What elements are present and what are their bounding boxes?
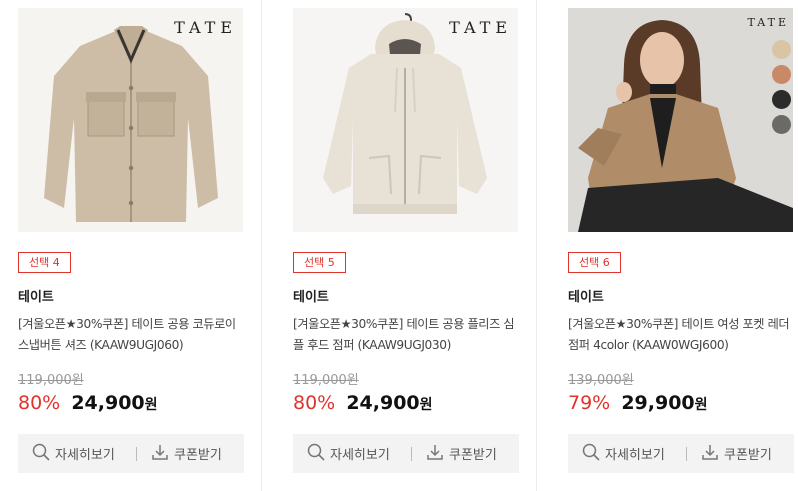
color-swatch[interactable]	[772, 65, 791, 84]
fleece-hoodie-illustration	[293, 8, 518, 232]
discount-rate: 80%	[293, 392, 336, 414]
original-price: 119,000원	[293, 373, 359, 388]
download-icon	[701, 443, 719, 465]
product-title[interactable]: [겨울오픈★30%쿠폰] 테이트 공용 코듀로이 스냅버튼 셔즈 (KAAW9U…	[18, 314, 246, 356]
product-title[interactable]: [겨울오픈★30%쿠폰] 테이트 여성 포켓 레더 점퍼 4color (KAA…	[568, 314, 796, 356]
discount-rate: 80%	[18, 392, 61, 414]
currency-unit: 원	[419, 397, 433, 413]
action-bar: 자세히보기 쿠폰받기	[568, 434, 794, 473]
detail-view-label: 자세히보기	[605, 448, 665, 463]
leather-jacket-model-photo	[568, 8, 793, 232]
brand-name[interactable]: 테이트	[293, 286, 329, 305]
original-price: 139,000원	[568, 373, 634, 388]
color-swatch-list	[772, 40, 791, 134]
search-icon	[307, 443, 325, 465]
detail-view-button[interactable]: 자세히보기	[568, 434, 686, 473]
get-coupon-label: 쿠폰받기	[724, 448, 772, 463]
action-bar: 자세히보기 쿠폰받기	[18, 434, 244, 473]
brand-logo: TATE	[747, 16, 789, 29]
product-card[interactable]: TATE 선택 4 테이트 [겨울오픈★30%쿠폰] 테이트 공용 코듀로이 스…	[18, 0, 253, 491]
get-coupon-button[interactable]: 쿠폰받기	[412, 434, 497, 473]
column-divider	[536, 0, 537, 491]
brand-name[interactable]: 테이트	[18, 286, 54, 305]
price-row: 80% 24,900원	[18, 392, 158, 414]
get-coupon-label: 쿠폰받기	[449, 448, 497, 463]
select-badge: 선택 6	[568, 252, 621, 273]
product-image[interactable]: TATE	[293, 8, 518, 232]
currency-unit: 원	[694, 397, 708, 413]
column-divider	[261, 0, 262, 491]
corduroy-shirt-illustration	[18, 8, 243, 232]
currency-unit: 원	[144, 397, 158, 413]
original-price: 119,000원	[18, 373, 84, 388]
sale-price: 29,900	[621, 392, 695, 414]
brand-logo: TATE	[449, 18, 512, 37]
detail-view-button[interactable]: 자세히보기	[293, 434, 411, 473]
color-swatch[interactable]	[772, 115, 791, 134]
product-image[interactable]: TATE	[18, 8, 243, 232]
detail-view-button[interactable]: 자세히보기	[18, 434, 136, 473]
price-row: 79% 29,900원	[568, 392, 708, 414]
action-bar: 자세히보기 쿠폰받기	[293, 434, 519, 473]
color-swatch[interactable]	[772, 90, 791, 109]
select-badge: 선택 5	[293, 252, 346, 273]
get-coupon-label: 쿠폰받기	[174, 448, 222, 463]
sale-price: 24,900	[71, 392, 145, 414]
sale-price: 24,900	[346, 392, 420, 414]
search-icon	[32, 443, 50, 465]
download-icon	[426, 443, 444, 465]
product-card[interactable]: TATE 선택 5 테이트 [겨울오픈★30%쿠폰] 테이트 공용 플리즈 심플…	[293, 0, 528, 491]
discount-rate: 79%	[568, 392, 611, 414]
brand-name[interactable]: 테이트	[568, 286, 604, 305]
get-coupon-button[interactable]: 쿠폰받기	[137, 434, 222, 473]
brand-logo: TATE	[174, 18, 237, 37]
search-icon	[582, 443, 600, 465]
product-card[interactable]: TATE 선택 6 테이트 [겨울오픈★30%쿠폰] 테이트 여성 포켓 레더 …	[568, 0, 798, 491]
detail-view-label: 자세히보기	[55, 448, 115, 463]
price-row: 80% 24,900원	[293, 392, 433, 414]
detail-view-label: 자세히보기	[330, 448, 390, 463]
download-icon	[151, 443, 169, 465]
product-image[interactable]: TATE	[568, 8, 793, 232]
color-swatch[interactable]	[772, 40, 791, 59]
get-coupon-button[interactable]: 쿠폰받기	[687, 434, 772, 473]
select-badge: 선택 4	[18, 252, 71, 273]
product-title[interactable]: [겨울오픈★30%쿠폰] 테이트 공용 플리즈 심플 후드 점퍼 (KAAW9U…	[293, 314, 521, 356]
